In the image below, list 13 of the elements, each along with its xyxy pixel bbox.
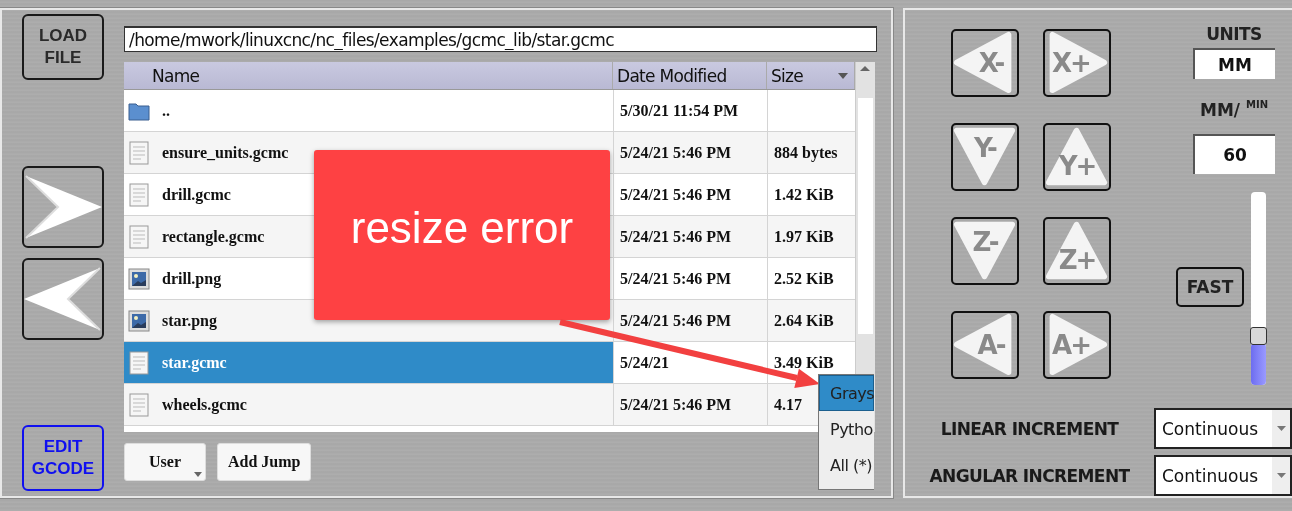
date-cell: 5/24/21 5:46 PM bbox=[613, 132, 767, 173]
date-cell: 5/24/21 5:46 PM bbox=[613, 300, 767, 341]
rate-label: MM/ $^{MIN}$ bbox=[1200, 99, 1268, 120]
date-cell: 5/24/21 5:46 PM bbox=[613, 258, 767, 299]
date-cell: 5/24/21 5:46 PM bbox=[613, 216, 767, 257]
date-cell: 5/30/21 11:54 PM bbox=[613, 90, 767, 131]
error-tooltip: resize error bbox=[314, 150, 610, 320]
increment-label: ANGULAR INCREMENT bbox=[928, 465, 1131, 486]
units-label: UNITS bbox=[1206, 24, 1262, 44]
date-cell: 5/24/21 bbox=[613, 342, 767, 383]
increment-label: LINEAR INCREMENT bbox=[939, 418, 1120, 439]
date-cell: 5/24/21 5:46 PM bbox=[613, 174, 767, 215]
date-cell: 5/24/21 5:46 PM bbox=[613, 384, 767, 425]
